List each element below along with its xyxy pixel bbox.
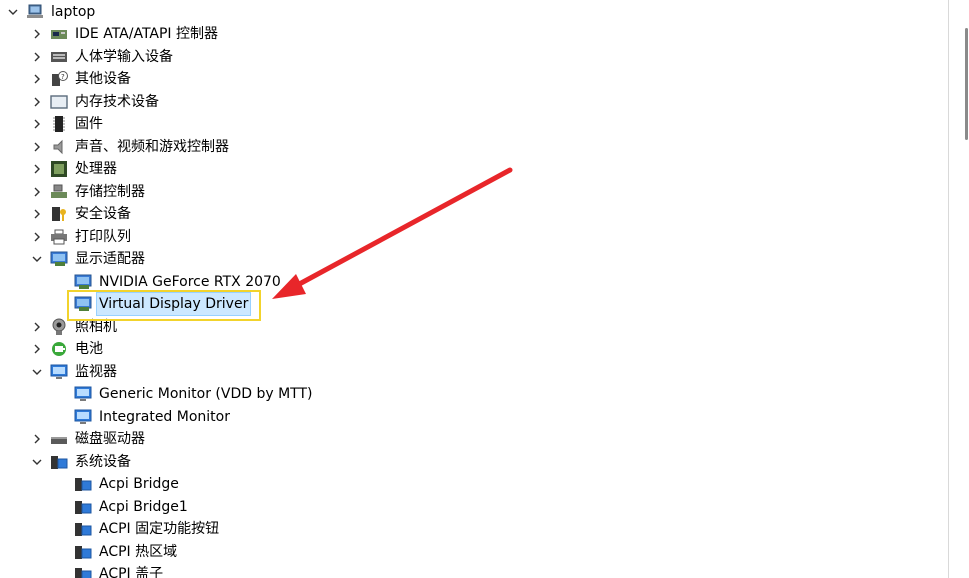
tree-label: 安全设备 [75,206,131,222]
tree-label: 存储控制器 [75,184,145,200]
computer-icon [26,3,44,21]
chevron-down-icon[interactable] [28,363,46,381]
tree-node-sound-video[interactable]: 声音、视频和游戏控制器 [28,136,231,158]
chevron-right-icon[interactable] [28,115,46,133]
chevron-right-icon[interactable] [28,93,46,111]
tree-node-cameras[interactable]: 照相机 [28,316,119,338]
tree-label: 其他设备 [75,71,131,87]
hid-device-icon [50,48,68,66]
chevron-right-icon[interactable] [28,228,46,246]
storage-controller-icon [50,183,68,201]
svg-text:?: ? [61,73,65,81]
chevron-right-icon[interactable] [28,205,46,223]
tree-label: Acpi Bridge1 [99,499,188,515]
tree-node-acpi-bridge[interactable]: Acpi Bridge [74,473,181,495]
tree-node-acpi-lid[interactable]: ACPI 盖子 [74,563,165,578]
tree-label: 声音、视频和游戏控制器 [75,139,229,155]
tree-label: 人体学输入设备 [75,49,173,65]
tree-label: 系统设备 [75,454,131,470]
vertical-scrollbar[interactable] [948,0,969,578]
tree-node-processors[interactable]: 处理器 [28,158,119,180]
security-device-icon [50,205,68,223]
camera-icon [50,318,68,336]
chevron-down-icon[interactable] [28,453,46,471]
monitor-icon [74,385,92,403]
tree-node-laptop[interactable]: laptop [4,1,97,23]
tree-label: 电池 [75,341,103,357]
tree-label: 内存技术设备 [75,94,159,110]
tree-node-batteries[interactable]: 电池 [28,338,105,360]
tree-node-virtual-display-driver[interactable]: Virtual Display Driver [74,292,252,316]
printer-icon [50,228,68,246]
system-device-icon [74,565,92,578]
tree-node-system-devices[interactable]: 系统设备 [28,451,133,473]
unknown-device-icon: ? [50,70,68,88]
tree-label: NVIDIA GeForce RTX 2070 [99,274,281,290]
tree-label: 处理器 [75,161,117,177]
chevron-right-icon[interactable] [28,160,46,178]
tree-label: IDE ATA/ATAPI 控制器 [75,26,219,42]
tree-label: laptop [51,4,96,20]
device-tree[interactable]: laptop IDE ATA/ATAPI 控制器 人体学输入设备 ? 其他设备 … [0,0,948,578]
tree-label: 显示适配器 [75,251,145,267]
tree-node-memory-devices[interactable]: 内存技术设备 [28,91,161,113]
tree-label: 监视器 [75,364,117,380]
tree-node-integrated-monitor[interactable]: Integrated Monitor [74,406,232,428]
chevron-right-icon[interactable] [28,340,46,358]
tree-node-acpi-fixed-button[interactable]: ACPI 固定功能按钮 [74,518,221,540]
monitor-icon [74,408,92,426]
scrollbar-thumb[interactable] [965,28,968,140]
chevron-right-icon[interactable] [28,25,46,43]
speaker-icon [50,138,68,156]
processor-icon [50,160,68,178]
tree-node-generic-monitor[interactable]: Generic Monitor (VDD by MTT) [74,383,314,405]
chevron-right-icon[interactable] [28,48,46,66]
memory-device-icon [50,93,68,111]
tree-label: Acpi Bridge [99,476,179,492]
tree-node-disk-drives[interactable]: 磁盘驱动器 [28,428,147,450]
chevron-right-icon[interactable] [28,430,46,448]
display-adapter-icon [50,250,68,268]
tree-node-monitors[interactable]: 监视器 [28,361,119,383]
tree-node-acpi-bridge1[interactable]: Acpi Bridge1 [74,496,190,518]
tree-node-storage-controllers[interactable]: 存储控制器 [28,181,147,203]
system-device-icon [74,543,92,561]
display-adapter-icon [74,295,92,313]
tree-node-hid[interactable]: 人体学输入设备 [28,46,175,68]
chevron-down-icon[interactable] [28,250,46,268]
disk-drive-icon [50,430,68,448]
tree-label: Integrated Monitor [99,409,230,425]
chevron-right-icon[interactable] [28,70,46,88]
tree-label: 打印队列 [75,229,131,245]
tree-label: ACPI 固定功能按钮 [99,521,220,537]
chevron-right-icon[interactable] [28,183,46,201]
tree-label: 磁盘驱动器 [75,431,145,447]
tree-label: ACPI 热区域 [99,544,178,560]
tree-node-display-adapters[interactable]: 显示适配器 [28,248,147,270]
system-device-icon [74,520,92,538]
tree-node-nvidia-gpu[interactable]: NVIDIA GeForce RTX 2070 [74,271,283,293]
tree-label: 固件 [75,116,103,132]
system-device-icon [74,475,92,493]
tree-node-firmware[interactable]: 固件 [28,113,105,135]
display-adapter-icon [74,273,92,291]
tree-node-other-devices[interactable]: ? 其他设备 [28,68,133,90]
chevron-down-icon[interactable] [4,3,22,21]
chevron-right-icon[interactable] [28,318,46,336]
system-device-icon [74,498,92,516]
tree-node-acpi-thermal-zone[interactable]: ACPI 热区域 [74,541,179,563]
ide-controller-icon [50,25,68,43]
tree-label: ACPI 盖子 [99,566,164,578]
battery-icon [50,340,68,358]
tree-label: Virtual Display Driver [95,292,252,316]
monitor-icon [50,363,68,381]
firmware-icon [50,115,68,133]
tree-label: Generic Monitor (VDD by MTT) [99,386,313,402]
tree-node-security-devices[interactable]: 安全设备 [28,203,133,225]
tree-label: 照相机 [75,319,117,335]
tree-node-ide-controller[interactable]: IDE ATA/ATAPI 控制器 [28,23,220,45]
tree-node-print-queues[interactable]: 打印队列 [28,226,133,248]
chevron-right-icon[interactable] [28,138,46,156]
system-device-icon [50,453,68,471]
